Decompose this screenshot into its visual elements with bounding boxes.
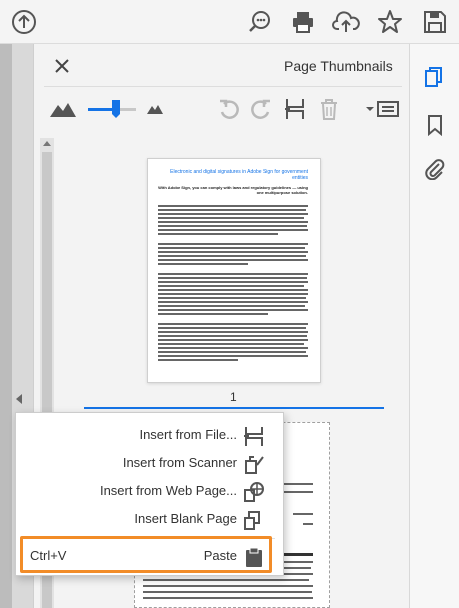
menu-item-insert-from-web-page[interactable]: Insert from Web Page...	[16, 477, 285, 505]
document-scroll-track	[0, 44, 12, 608]
top-toolbar	[0, 0, 459, 44]
search-comment-icon[interactable]	[244, 6, 276, 38]
rotate-right-icon[interactable]	[248, 96, 274, 122]
options-menu-icon[interactable]	[364, 96, 400, 122]
page-thumbnail[interactable]: Electronic and digital signatures in Ado…	[147, 158, 321, 383]
right-sidebar	[410, 44, 459, 608]
thumbnail-subtitle: With Adobe Sign, you can comply with law…	[158, 185, 308, 195]
delete-icon[interactable]	[316, 96, 342, 122]
thumbnail-title: Electronic and digital signatures in Ado…	[170, 169, 308, 181]
menu-item-label: Insert Blank Page	[134, 511, 237, 526]
scroll-up-icon[interactable]	[43, 141, 51, 146]
insertion-indicator	[84, 407, 384, 409]
pane-divider	[44, 86, 402, 87]
rotate-left-icon[interactable]	[216, 96, 242, 122]
close-icon[interactable]	[52, 56, 72, 76]
star-icon[interactable]	[374, 6, 406, 38]
pages-icon[interactable]	[424, 66, 446, 88]
paste-highlight	[20, 536, 272, 573]
attachment-icon[interactable]	[424, 158, 446, 180]
thumbnail-size-slider[interactable]	[86, 96, 138, 122]
upload-circle-icon[interactable]	[8, 6, 40, 38]
insert-pages-icon[interactable]	[282, 96, 308, 122]
menu-item-label: Insert from File...	[139, 427, 237, 442]
page-number-label: 1	[230, 390, 237, 404]
blank-page-icon	[243, 509, 265, 531]
web-page-icon	[243, 481, 265, 503]
menu-item-label: Insert from Scanner	[122, 455, 237, 470]
menu-item-insert-from-file[interactable]: Insert from File...	[16, 421, 285, 449]
reduce-thumbnails-icon[interactable]	[142, 96, 168, 122]
bookmark-icon[interactable]	[424, 114, 446, 136]
save-icon[interactable]	[419, 6, 451, 38]
menu-item-insert-from-scanner[interactable]: Insert from Scanner	[16, 449, 285, 477]
menu-item-label: Insert from Web Page...	[99, 483, 237, 498]
thumbnail-body-text	[158, 205, 308, 361]
pane-toolbar	[34, 88, 411, 132]
menu-item-insert-blank-page[interactable]: Insert Blank Page	[16, 505, 285, 533]
insert-file-icon	[243, 425, 265, 447]
pane-title: Page Thumbnails	[284, 58, 393, 74]
cloud-upload-icon[interactable]	[330, 6, 362, 38]
print-icon[interactable]	[287, 6, 319, 38]
scanner-icon	[243, 453, 265, 475]
enlarge-thumbnails-icon[interactable]	[48, 96, 78, 122]
collapse-pane-arrow-icon[interactable]	[16, 394, 22, 404]
